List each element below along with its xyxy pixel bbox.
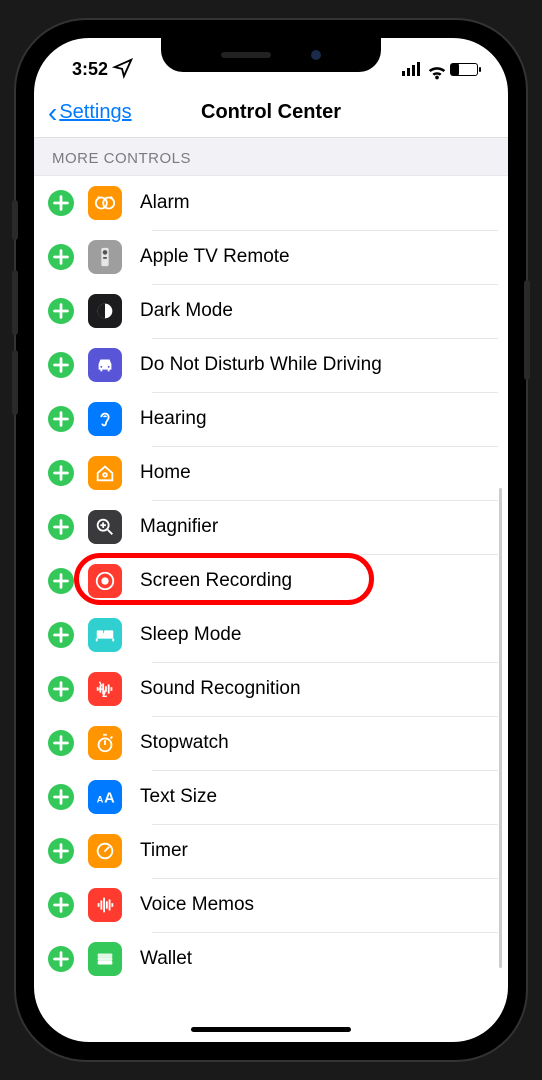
record-icon xyxy=(88,564,122,598)
add-button[interactable] xyxy=(48,244,74,270)
control-label: Do Not Disturb While Driving xyxy=(140,354,382,376)
control-label: Hearing xyxy=(140,408,207,430)
control-row-magnifier[interactable]: Magnifier xyxy=(34,500,508,554)
screen: 3:52 ‹ Settings Control Center MORE xyxy=(34,38,508,1042)
clock-icon xyxy=(88,186,122,220)
voice-memo-icon xyxy=(88,888,122,922)
nav-bar: ‹ Settings Control Center xyxy=(34,88,508,138)
timer-icon xyxy=(88,834,122,868)
section-header: MORE CONTROLS xyxy=(34,138,508,176)
page-title: Control Center xyxy=(201,101,341,124)
battery-icon xyxy=(450,63,478,76)
control-row-dark-mode[interactable]: Dark Mode xyxy=(34,284,508,338)
add-button[interactable] xyxy=(48,892,74,918)
location-arrow-icon xyxy=(112,57,134,82)
dark-mode-icon xyxy=(88,294,122,328)
add-button[interactable] xyxy=(48,352,74,378)
control-label: Stopwatch xyxy=(140,732,229,754)
ear-icon xyxy=(88,402,122,436)
control-label: Home xyxy=(140,462,191,484)
add-button[interactable] xyxy=(48,784,74,810)
magnify-icon xyxy=(88,510,122,544)
tv-remote-icon xyxy=(88,240,122,274)
control-row-dnd-driving[interactable]: Do Not Disturb While Driving xyxy=(34,338,508,392)
add-button[interactable] xyxy=(48,838,74,864)
control-label: Magnifier xyxy=(140,516,218,538)
bed-icon xyxy=(88,618,122,652)
back-button[interactable]: ‹ Settings xyxy=(48,97,132,129)
control-row-stopwatch[interactable]: Stopwatch xyxy=(34,716,508,770)
add-button[interactable] xyxy=(48,730,74,756)
mute-switch xyxy=(12,200,18,240)
chevron-left-icon: ‹ xyxy=(48,97,57,129)
home-indicator[interactable] xyxy=(191,1027,351,1032)
add-button[interactable] xyxy=(48,298,74,324)
add-button[interactable] xyxy=(48,568,74,594)
side-button xyxy=(524,280,530,380)
house-icon xyxy=(88,456,122,490)
control-row-screen-recording[interactable]: Screen Recording xyxy=(34,554,508,608)
control-label: Sleep Mode xyxy=(140,624,241,646)
control-label: Apple TV Remote xyxy=(140,246,290,268)
add-button[interactable] xyxy=(48,460,74,486)
control-label: Text Size xyxy=(140,786,217,808)
text-size-icon: AA xyxy=(88,780,122,814)
add-button[interactable] xyxy=(48,514,74,540)
status-time: 3:52 xyxy=(72,59,108,80)
wifi-icon xyxy=(426,61,444,77)
control-label: Alarm xyxy=(140,192,190,214)
control-row-voice-memos[interactable]: Voice Memos xyxy=(34,878,508,932)
add-button[interactable] xyxy=(48,676,74,702)
add-button[interactable] xyxy=(48,190,74,216)
back-label: Settings xyxy=(59,101,131,124)
control-label: Sound Recognition xyxy=(140,678,301,700)
phone-frame: 3:52 ‹ Settings Control Center MORE xyxy=(16,20,526,1060)
volume-down-button xyxy=(12,350,18,415)
add-button[interactable] xyxy=(48,946,74,972)
controls-list[interactable]: Alarm Apple TV Remote Dark Mode Do Not Dist… xyxy=(34,176,508,986)
svg-text:A: A xyxy=(104,791,115,807)
front-camera xyxy=(311,50,321,60)
add-button[interactable] xyxy=(48,406,74,432)
stopwatch-icon xyxy=(88,726,122,760)
wallet-icon xyxy=(88,942,122,976)
waveform-icon xyxy=(88,672,122,706)
control-row-sound-recognition[interactable]: Sound Recognition xyxy=(34,662,508,716)
control-row-wallet[interactable]: Wallet xyxy=(34,932,508,986)
control-label: Wallet xyxy=(140,948,192,970)
svg-text:A: A xyxy=(97,795,104,805)
control-row-hearing[interactable]: Hearing xyxy=(34,392,508,446)
control-row-home[interactable]: Home xyxy=(34,446,508,500)
control-label: Screen Recording xyxy=(140,570,292,592)
add-button[interactable] xyxy=(48,622,74,648)
car-icon xyxy=(88,348,122,382)
control-label: Dark Mode xyxy=(140,300,233,322)
notch xyxy=(161,38,381,72)
cellular-signal-icon xyxy=(402,62,420,76)
scroll-indicator xyxy=(499,488,502,968)
control-row-timer[interactable]: Timer xyxy=(34,824,508,878)
control-row-text-size[interactable]: AA Text Size xyxy=(34,770,508,824)
control-label: Voice Memos xyxy=(140,894,254,916)
control-label: Timer xyxy=(140,840,188,862)
speaker-grille xyxy=(221,52,271,58)
control-row-apple-tv-remote[interactable]: Apple TV Remote xyxy=(34,230,508,284)
control-row-alarm[interactable]: Alarm xyxy=(34,176,508,230)
volume-up-button xyxy=(12,270,18,335)
control-row-sleep-mode[interactable]: Sleep Mode xyxy=(34,608,508,662)
